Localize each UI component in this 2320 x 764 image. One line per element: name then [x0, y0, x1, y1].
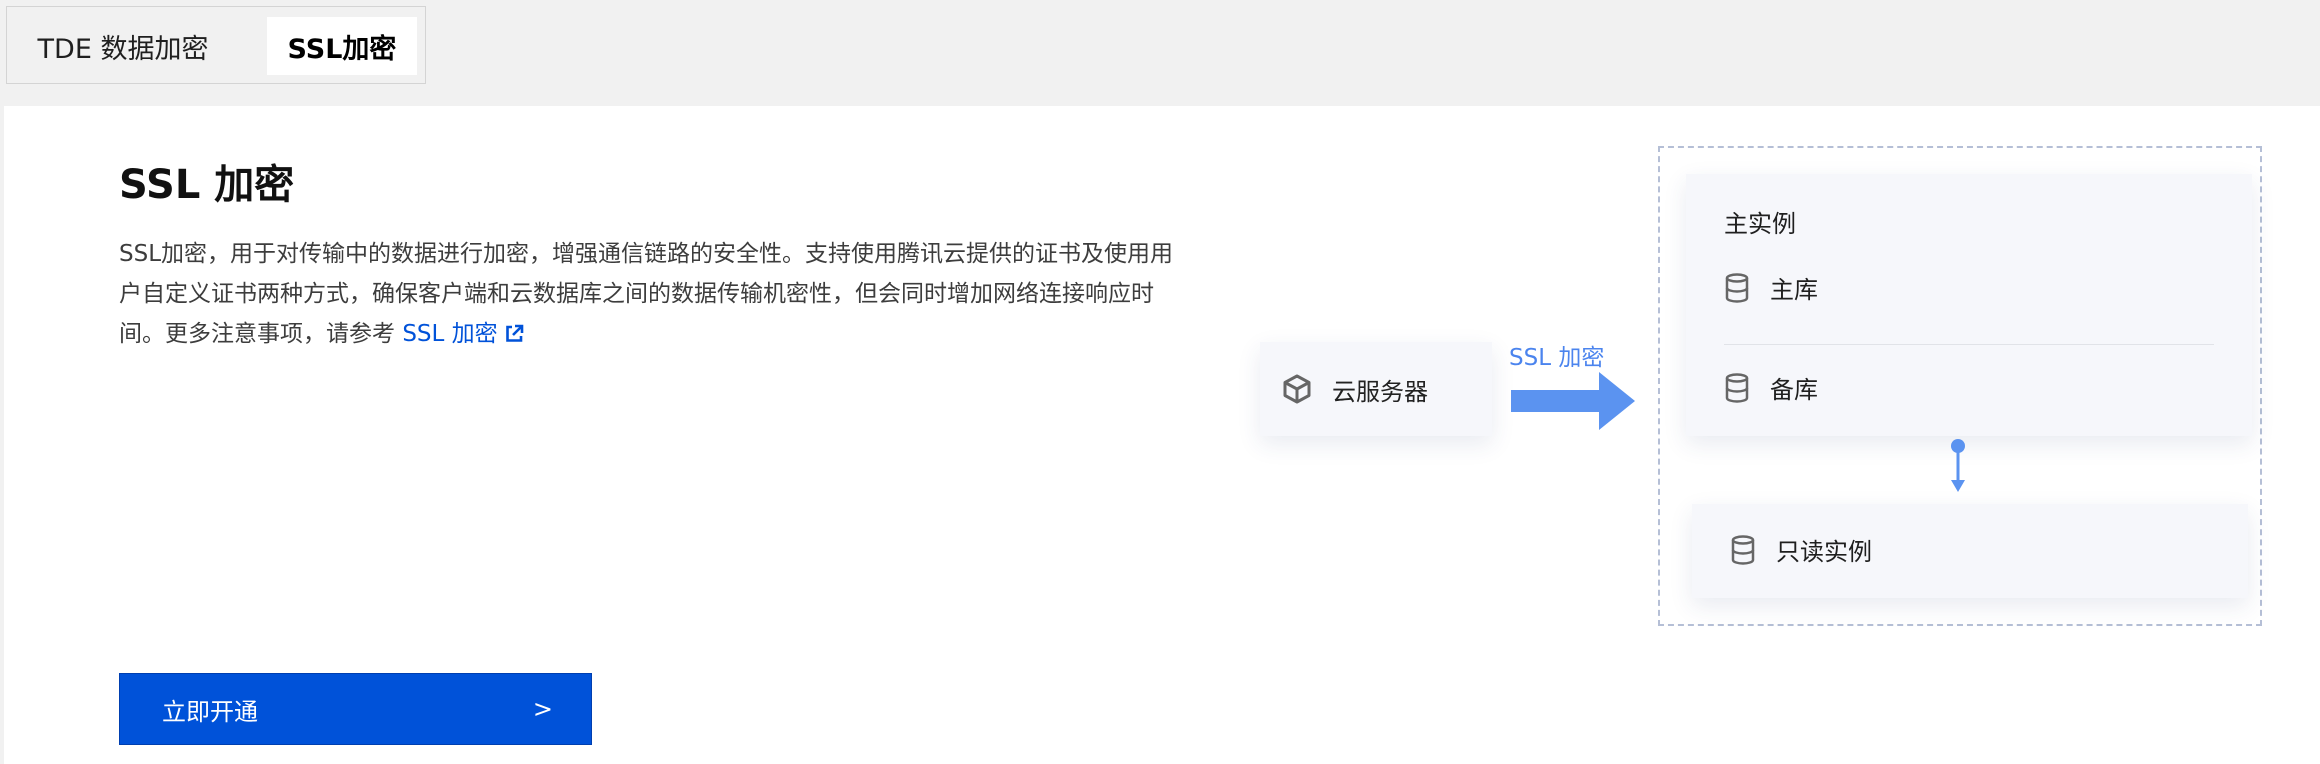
backup-db-row: 备库 [1724, 370, 1818, 405]
backup-db-label: 备库 [1770, 376, 1818, 404]
cloud-server-card: 云服务器 [1260, 342, 1492, 436]
enable-ssl-button[interactable]: 立即开通 > [119, 673, 592, 745]
chevron-right-icon: > [532, 695, 553, 723]
tab-bar: TDE 数据加密 SSL加密 [6, 6, 426, 84]
ssl-doc-link-label: SSL 加密 [402, 321, 498, 347]
description: SSL加密，用于对传输中的数据进行加密，增强通信链路的安全性。支持使用腾讯云提供… [119, 234, 1179, 357]
readonly-instance-row: 只读实例 [1730, 532, 1872, 567]
external-link-icon [504, 317, 524, 357]
page-title: SSL 加密 [119, 162, 295, 208]
tab-tde-encryption[interactable]: TDE 数据加密 [19, 17, 227, 75]
ssl-panel: SSL 加密 SSL加密，用于对传输中的数据进行加密，增强通信链路的安全性。支持… [4, 106, 2320, 764]
primary-db-row: 主库 [1724, 270, 1818, 305]
enable-ssl-button-label: 立即开通 [162, 697, 258, 726]
primary-instance-box: 主实例 主库 备库 [1686, 174, 2252, 436]
cube-icon [1282, 373, 1312, 405]
divider [1724, 344, 2214, 345]
primary-db-label: 主库 [1770, 276, 1818, 304]
description-text: SSL加密，用于对传输中的数据进行加密，增强通信链路的安全性。支持使用腾讯云提供… [119, 241, 1174, 347]
primary-instance-title: 主实例 [1724, 210, 1796, 238]
ssl-arrow-icon [1511, 372, 1635, 430]
tab-ssl-encryption[interactable]: SSL加密 [267, 17, 417, 75]
readonly-instance-box: 只读实例 [1692, 504, 2248, 598]
readonly-instance-label: 只读实例 [1776, 538, 1872, 566]
database-icon [1724, 272, 1750, 303]
database-icon [1730, 534, 1756, 565]
database-icon [1724, 372, 1750, 403]
replication-connector-icon [1951, 439, 1965, 492]
cloud-server-label: 云服务器 [1332, 377, 1428, 406]
ssl-arrow-label: SSL 加密 [1509, 345, 1605, 371]
ssl-doc-link[interactable]: SSL 加密 [402, 321, 523, 347]
